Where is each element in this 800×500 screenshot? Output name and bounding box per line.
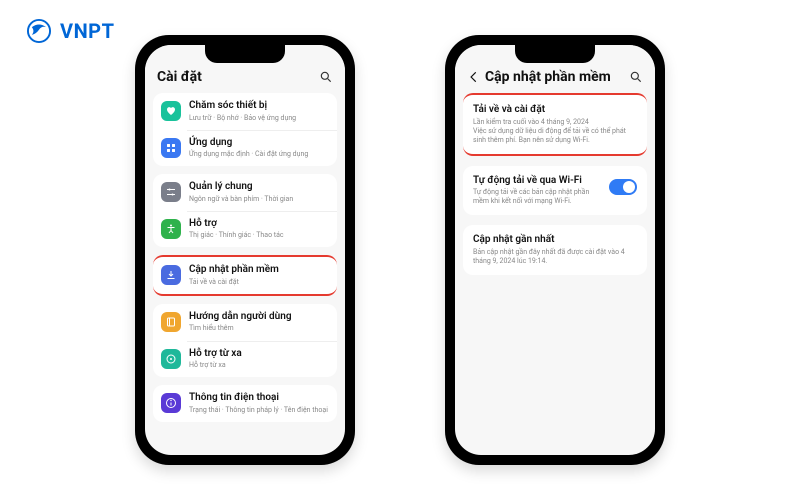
item-subtitle: Bản cập nhật gần đây nhất đã được cài đặ… <box>473 248 637 266</box>
settings-row[interactable]: Hỗ trợ từ xa Hỗ trợ từ xa <box>153 341 337 378</box>
phone-software-update: Cập nhật phần mềm Tải về và cài đặt Lần … <box>445 35 665 465</box>
update-list: Tải về và cài đặt Lần kiểm tra cuối vào … <box>455 93 655 455</box>
row-subtitle: Ngôn ngữ và bàn phím · Thời gian <box>189 195 329 204</box>
row-subtitle: Trạng thái · Thông tin pháp lý · Tên điệ… <box>189 406 329 415</box>
settings-group: Hướng dẫn người dùng Tìm hiểu thêm Hỗ tr… <box>153 304 337 377</box>
update-item: Tự động tải về qua Wi-Fi Tự động tải về … <box>463 166 647 216</box>
wifi-auto-toggle[interactable] <box>609 179 637 195</box>
row-subtitle: Hỗ trợ từ xa <box>189 361 329 370</box>
settings-group: Cập nhật phần mềm Tải về và cài đặt <box>153 255 337 296</box>
item-title: Cập nhật gần nhất <box>473 234 637 247</box>
brand-logo: VNPT <box>26 18 114 44</box>
row-title: Hỗ trợ từ xa <box>189 348 329 361</box>
row-subtitle: Tải về và cài đặt <box>189 278 329 287</box>
row-subtitle: Lưu trữ · Bộ nhớ · Bảo vệ ứng dụng <box>189 114 329 123</box>
phone-settings: Cài đặt Chăm sóc thiết bị Lưu trữ · Bộ n… <box>135 35 355 465</box>
settings-row[interactable]: Thông tin điện thoại Trạng thái · Thông … <box>153 385 337 422</box>
row-title: Hỗ trợ <box>189 218 329 231</box>
search-icon[interactable] <box>319 70 333 84</box>
row-subtitle: Ứng dụng mặc định · Cài đặt ứng dụng <box>189 150 329 159</box>
row-title: Hướng dẫn người dùng <box>189 311 329 324</box>
grid-icon <box>161 138 181 158</box>
row-title: Quản lý chung <box>189 181 329 194</box>
settings-row[interactable]: Hỗ trợ Thị giác · Thính giác · Thao tác <box>153 211 337 248</box>
settings-group: Thông tin điện thoại Trạng thái · Thông … <box>153 385 337 422</box>
page-title: Cài đặt <box>157 69 319 85</box>
row-title: Cập nhật phần mềm <box>189 264 329 277</box>
settings-list: Chăm sóc thiết bị Lưu trữ · Bộ nhớ · Bảo… <box>145 93 345 455</box>
row-title: Chăm sóc thiết bị <box>189 100 329 113</box>
item-title: Tải về và cài đặt <box>473 104 637 117</box>
row-title: Thông tin điện thoại <box>189 392 329 405</box>
settings-group: Quản lý chung Ngôn ngữ và bàn phím · Thờ… <box>153 174 337 247</box>
phone-notch <box>515 45 595 63</box>
page-title: Cập nhật phần mềm <box>485 69 629 85</box>
item-subtitle: Tự động tải về các bản cập nhật phần mềm… <box>473 188 601 206</box>
heart-icon <box>161 101 181 121</box>
back-icon[interactable] <box>467 70 481 84</box>
download-icon <box>161 265 181 285</box>
settings-group: Chăm sóc thiết bị Lưu trữ · Bộ nhớ · Bảo… <box>153 93 337 166</box>
sliders-icon <box>161 182 181 202</box>
row-title: Ứng dụng <box>189 137 329 150</box>
settings-row[interactable]: Ứng dụng Ứng dụng mặc định · Cài đặt ứng… <box>153 130 337 167</box>
update-item[interactable]: Cập nhật gần nhất Bản cập nhật gần đây n… <box>463 225 647 275</box>
book-icon <box>161 312 181 332</box>
item-subtitle: Lần kiểm tra cuối vào 4 tháng 9, 2024 Vi… <box>473 118 637 145</box>
item-title: Tự động tải về qua Wi-Fi <box>473 175 601 188</box>
search-icon[interactable] <box>629 70 643 84</box>
row-subtitle: Thị giác · Thính giác · Thao tác <box>189 231 329 240</box>
update-item[interactable]: Tải về và cài đặt Lần kiểm tra cuối vào … <box>463 93 647 156</box>
phone-notch <box>205 45 285 63</box>
settings-row[interactable]: Quản lý chung Ngôn ngữ và bàn phím · Thờ… <box>153 174 337 211</box>
settings-row[interactable]: Chăm sóc thiết bị Lưu trữ · Bộ nhớ · Bảo… <box>153 93 337 130</box>
brand-name: VNPT <box>60 19 114 43</box>
swirl-icon <box>26 18 52 44</box>
row-subtitle: Tìm hiểu thêm <box>189 324 329 333</box>
settings-row[interactable]: Cập nhật phần mềm Tải về và cài đặt <box>153 257 337 294</box>
settings-row[interactable]: Hướng dẫn người dùng Tìm hiểu thêm <box>153 304 337 341</box>
accessibility-icon <box>161 219 181 239</box>
info-icon <box>161 393 181 413</box>
remote-icon <box>161 349 181 369</box>
